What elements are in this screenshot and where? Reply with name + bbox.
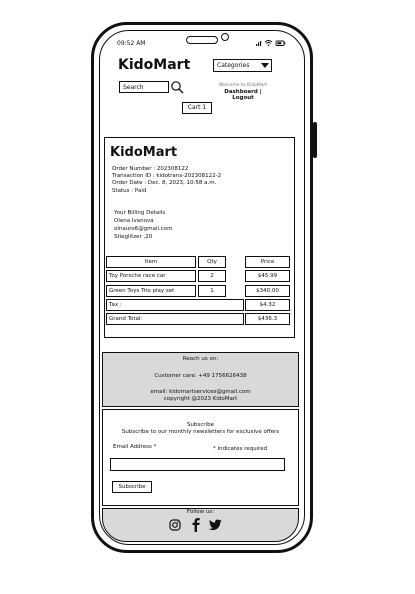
subscribe-heading: Subscribe	[186, 422, 215, 428]
signal-icon	[256, 41, 262, 46]
table-header-price: Price	[245, 256, 290, 268]
billing-address: Stieglitzer ,20	[114, 234, 153, 240]
follow-section: Follow us:	[102, 508, 299, 542]
twitter-icon[interactable]	[209, 519, 222, 531]
categories-dropdown[interactable]: Categories	[213, 59, 272, 72]
order-date: Order Date : Dec. 8, 2023, 10:58 a.m.	[112, 180, 217, 186]
chevron-down-icon	[261, 63, 269, 69]
order-status: Status : Paid	[112, 188, 147, 194]
table-cell-item: Green Toys Trio play set	[106, 285, 196, 297]
wifi-icon	[264, 40, 273, 46]
table-header-qty: Qty	[198, 256, 226, 268]
cart-button[interactable]: Cart 1	[182, 102, 212, 114]
status-icons	[255, 39, 287, 47]
table-cell-price: $340.00	[245, 285, 290, 297]
table-cell-qty: 1	[198, 285, 226, 297]
table-cell-price: $45.99	[245, 270, 290, 282]
battery-icon	[275, 40, 286, 46]
power-button	[313, 122, 317, 158]
billing-heading: Your Billing Details	[114, 210, 166, 216]
subscribe-section: Subscribe Subscribe to our monthly newsl…	[102, 409, 299, 506]
categories-label: Categories	[217, 62, 250, 69]
billing-name: Olena Ivanova	[114, 218, 154, 224]
link-separator: |	[259, 89, 262, 95]
account-links: Dashboard | Logout	[216, 89, 270, 101]
subscribe-text: Subscribe to our monthly newsletters for…	[121, 429, 280, 435]
tax-label: Tax :	[106, 299, 244, 311]
customer-care: Customer care: +49 1756626438	[154, 373, 247, 379]
reach-heading: Reach us on:	[182, 356, 219, 362]
receipt-logo: KidoMart	[110, 145, 178, 160]
table-cell-item: Toy Porsche race car	[106, 270, 196, 282]
search-icon[interactable]	[170, 80, 184, 94]
instagram-icon[interactable]	[169, 519, 181, 531]
welcome-text: Welcome to KidoMart	[218, 83, 268, 88]
site-logo[interactable]: KidoMart	[118, 57, 190, 73]
follow-label: Follow us:	[186, 509, 215, 515]
facebook-icon[interactable]	[191, 518, 201, 532]
email-label: Email Address *	[113, 444, 157, 450]
newsletter-email-field[interactable]	[110, 458, 285, 471]
contact-section: Reach us on: Customer care: +49 17566264…	[102, 352, 299, 407]
subscribe-button[interactable]: Subscribe	[112, 481, 152, 493]
tax-value: $4.32	[245, 299, 290, 311]
required-note: * indicates required	[213, 446, 268, 452]
contact-email[interactable]: email: kidomartservices@gmail.com	[103, 389, 298, 396]
order-number: Order Number : 202308122	[112, 166, 189, 172]
copyright: copyright @2023 KidoMart	[163, 396, 238, 402]
table-cell-qty: 2	[198, 270, 226, 282]
grand-total-label: Grand Total:	[106, 313, 244, 325]
search-placeholder: Search	[123, 84, 144, 91]
speaker-notch	[186, 36, 218, 44]
search-input[interactable]: Search	[119, 81, 169, 93]
transaction-id: Transaction ID : kidotrans-202308122-2	[112, 173, 222, 179]
billing-email: olnauro6@gmail.com	[114, 226, 173, 232]
table-header-item: Item	[106, 256, 196, 268]
grand-total-value: $436.3	[245, 313, 290, 325]
camera-icon	[221, 33, 229, 41]
status-time: 09:52 AM	[117, 40, 146, 47]
logout-link[interactable]: Logout	[232, 95, 254, 101]
